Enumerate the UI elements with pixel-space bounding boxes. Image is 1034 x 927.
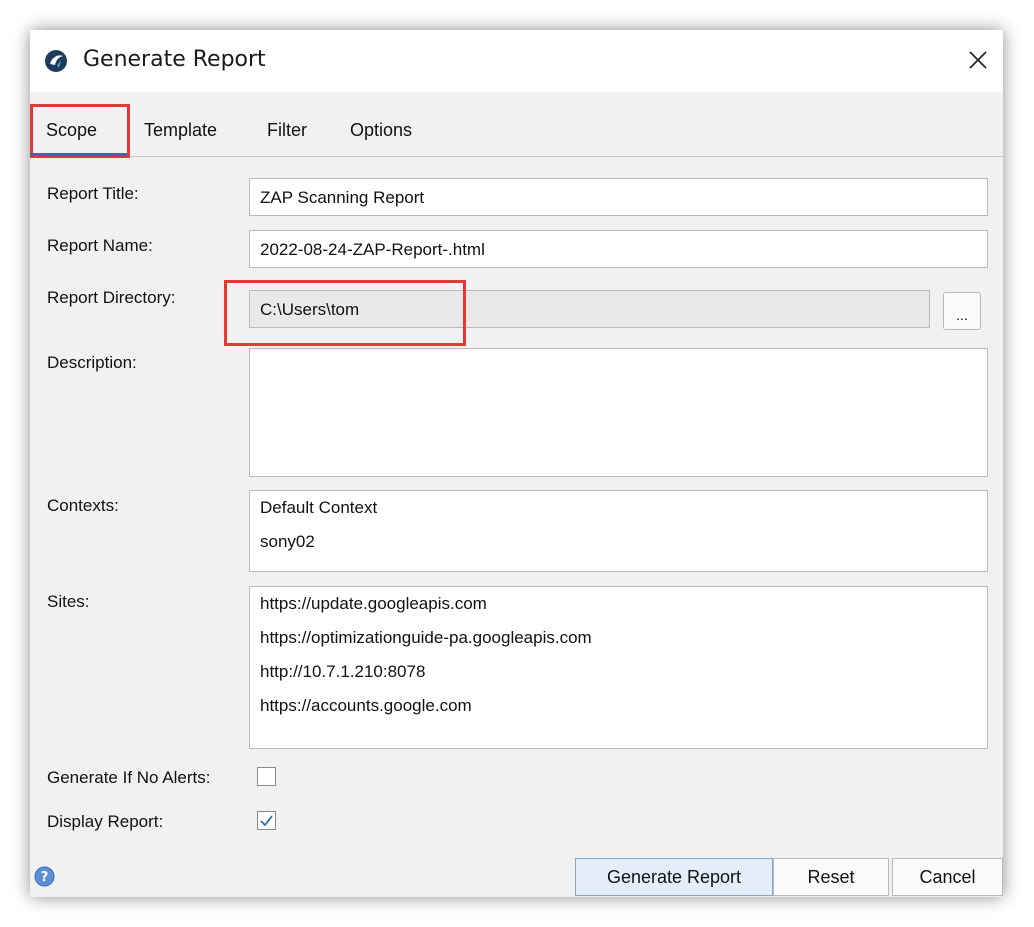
list-item[interactable]: https://optimizationguide-pa.googleapis.…	[260, 621, 977, 655]
contexts-list[interactable]: Default Context sony02	[249, 490, 988, 572]
report-title-input[interactable]: ZAP Scanning Report	[249, 178, 988, 216]
title-bar: Generate Report	[30, 30, 1003, 92]
tab-scope[interactable]: Scope	[46, 120, 97, 141]
description-textarea[interactable]	[249, 348, 988, 477]
generate-report-dialog: Generate Report Scope Template Filter Op…	[30, 30, 1003, 897]
reset-button[interactable]: Reset	[773, 858, 889, 896]
tab-template[interactable]: Template	[144, 120, 217, 141]
list-item[interactable]: http://10.7.1.210:8078	[260, 655, 977, 689]
generate-if-no-alerts-label: Generate If No Alerts:	[47, 768, 211, 787]
active-tab-indicator	[30, 153, 127, 156]
generate-report-button[interactable]: Generate Report	[575, 858, 773, 896]
report-name-label: Report Name:	[47, 236, 153, 255]
report-title-label: Report Title:	[47, 184, 139, 203]
svg-text:?: ?	[41, 870, 49, 885]
report-name-input[interactable]: 2022-08-24-ZAP-Report-.html	[249, 230, 988, 268]
list-item[interactable]: Default Context	[260, 491, 977, 525]
generate-if-no-alerts-checkbox[interactable]	[257, 767, 276, 786]
report-directory-label: Report Directory:	[47, 288, 176, 307]
sites-label: Sites:	[47, 592, 90, 611]
report-directory-highlight	[224, 280, 466, 346]
close-icon	[969, 51, 987, 69]
tab-options[interactable]: Options	[350, 120, 412, 141]
sites-list[interactable]: https://update.googleapis.com https://op…	[249, 586, 988, 749]
display-report-checkbox[interactable]	[257, 811, 276, 830]
list-item[interactable]: https://update.googleapis.com	[260, 587, 977, 621]
display-report-label: Display Report:	[47, 812, 164, 831]
list-item[interactable]: https://accounts.google.com	[260, 689, 977, 723]
contexts-label: Contexts:	[47, 496, 119, 515]
description-label: Description:	[47, 353, 137, 372]
close-button[interactable]	[959, 42, 997, 78]
browse-directory-button[interactable]: ...	[943, 292, 981, 330]
checkmark-icon	[260, 815, 273, 827]
tab-filter[interactable]: Filter	[267, 120, 307, 141]
cancel-button[interactable]: Cancel	[892, 858, 1003, 896]
zap-logo-icon	[45, 50, 67, 72]
help-icon[interactable]: ?	[34, 866, 55, 887]
dialog-title: Generate Report	[83, 47, 266, 72]
list-item[interactable]: sony02	[260, 525, 977, 559]
